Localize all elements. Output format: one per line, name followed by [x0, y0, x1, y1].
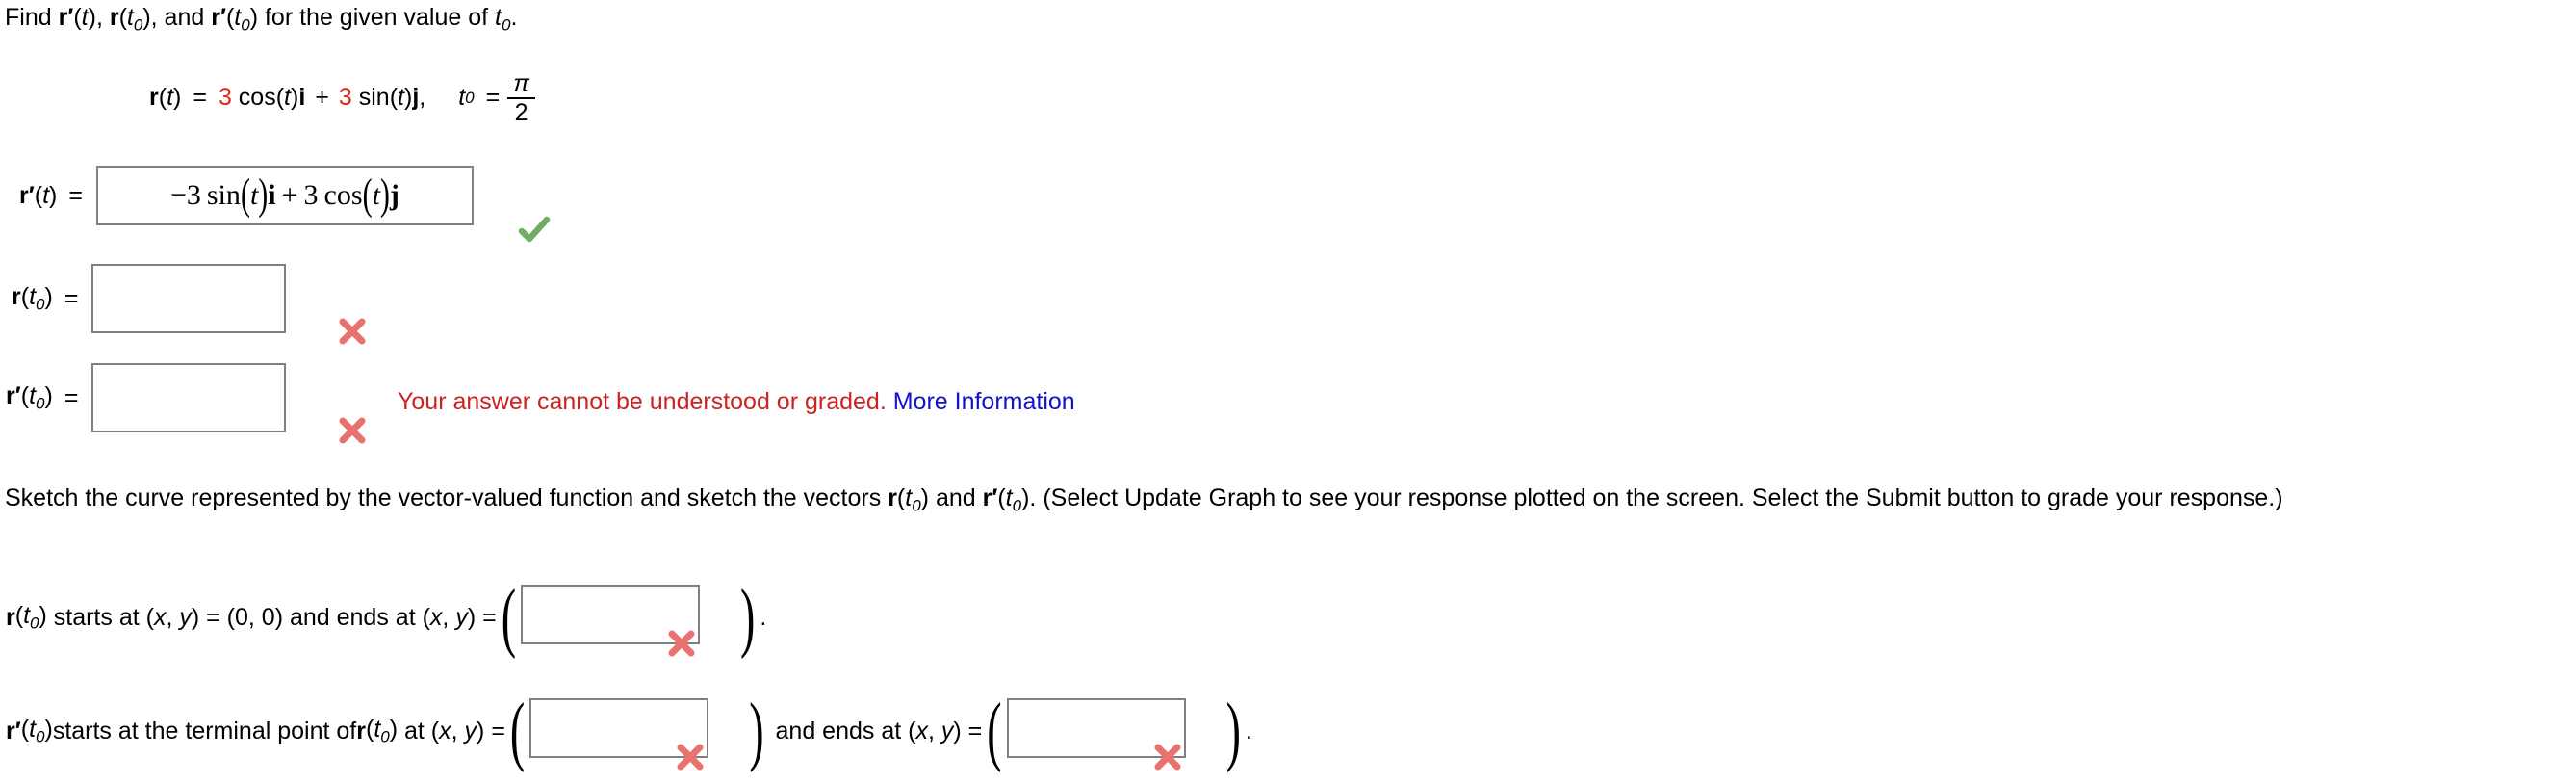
- prompt-sub2: 0: [133, 15, 143, 35]
- stmt2-paren-close-1: ): [749, 687, 764, 773]
- stmt1-fn: r: [6, 604, 15, 631]
- given-plus: +: [315, 84, 329, 112]
- prompt-tail: for the given value of: [258, 4, 496, 31]
- more-information-link[interactable]: More Information: [893, 388, 1075, 415]
- given-term-j: sin(t): [351, 84, 413, 112]
- prompt-lead: Find: [5, 4, 59, 31]
- prompt-r2: r: [109, 4, 119, 31]
- paragraph-vec2-arg: (t0): [997, 484, 1030, 515]
- stmt2-fn: r: [6, 718, 15, 745]
- paragraph-vec1-arg: (t0): [896, 484, 929, 515]
- answer-input-r-t0[interactable]: [91, 264, 287, 333]
- stmt2-arg2: (t0): [365, 716, 399, 746]
- prompt-arg3: (t0): [225, 4, 259, 35]
- stmt2-paren-open-2: (: [987, 687, 1002, 773]
- stmt2-text1: starts at the terminal point of: [52, 718, 357, 745]
- prompt-comma1: ,: [95, 4, 110, 31]
- cross-icon: [674, 741, 707, 773]
- prompt-sub3: 0: [241, 15, 250, 35]
- prompt-tail-var: t: [495, 4, 502, 31]
- given-function: r (t) = 3 cos(t) i + 3 sin(t) j, t0 = π 2: [149, 71, 535, 125]
- prompt-arg2: (t0): [118, 4, 151, 35]
- answer-row-r-t0: r(t0) =: [12, 264, 287, 333]
- given-t0-var: t: [458, 84, 466, 112]
- given-comma: ,: [419, 84, 426, 112]
- answer-label-rprime-t: r′(t): [19, 181, 58, 209]
- exercise-page: Find r′(t), r(t0), and r′(t0) for the gi…: [0, 0, 2576, 784]
- statement-r-t0: r (t0) starts at (x, y) = (0, 0) and ends…: [6, 573, 767, 660]
- stmt2-mid-text: and ends at (x, y) =: [768, 718, 983, 745]
- prompt-text: Find r′(t), r(t0), and r′(t0) for the gi…: [5, 3, 517, 36]
- paragraph-vec1: r: [888, 484, 897, 511]
- prompt-comma2: , and: [150, 4, 212, 31]
- stmt1-paren-close: ): [740, 573, 756, 660]
- stmt1-paren-open: (: [501, 573, 517, 660]
- cross-icon: [336, 414, 369, 447]
- given-unit-i: i: [298, 84, 306, 112]
- statement-rprime-t0: r ′ (t0) starts at the terminal point of r…: [6, 687, 1252, 773]
- stmt2-arg: (t0): [20, 716, 53, 746]
- given-r: r: [149, 84, 159, 112]
- given-unit-j: j: [412, 84, 420, 112]
- check-icon: [518, 214, 551, 247]
- stmt1-period: .: [760, 604, 767, 631]
- stmt2-period: .: [1245, 718, 1252, 745]
- given-term-i: cos(t): [231, 84, 299, 112]
- feedback-error-text: Your answer cannot be understood or grad…: [398, 388, 887, 415]
- prompt-period: .: [510, 4, 518, 31]
- answer-input-rprime-t0[interactable]: [91, 363, 287, 432]
- answer-label-rprime-t0: r′(t0): [6, 381, 53, 413]
- feedback-message: Your answer cannot be understood or grad…: [398, 388, 1075, 416]
- cross-icon: [665, 627, 698, 660]
- given-coef-j: 3: [338, 84, 352, 112]
- answer-row-rprime-t: r′(t) = −3 sin(t)i + 3 cos(t)j: [19, 166, 474, 225]
- cross-icon: [1151, 741, 1184, 773]
- answer-value-rprime-t: −3 sin(t)i + 3 cos(t)j: [170, 170, 399, 220]
- stmt2-text2: at (x, y) =: [398, 718, 505, 745]
- answer-input-rprime-t[interactable]: −3 sin(t)i + 3 cos(t)j: [95, 166, 474, 225]
- fraction-numerator: π: [513, 70, 529, 97]
- answer-equals-1: =: [68, 181, 83, 209]
- stmt1-text1: starts at (x, y) = (0, 0) and ends at (x…: [46, 604, 497, 631]
- answer-equals-2: =: [64, 284, 79, 312]
- prompt-r1: r: [58, 4, 68, 31]
- given-coef-i: 3: [218, 84, 232, 112]
- given-t0-equals: =: [485, 84, 501, 112]
- stmt2-fn2: r: [356, 718, 366, 745]
- paragraph-part3: . (Select Update Graph to see your respo…: [1029, 484, 2283, 511]
- fraction-denominator: 2: [514, 99, 528, 126]
- answer-equals-3: =: [64, 383, 79, 411]
- paragraph-part1: Sketch the curve represented by the vect…: [5, 484, 889, 511]
- answer-label-r-t0: r(t0): [12, 282, 53, 314]
- answer-row-rprime-t0: r′(t0) =: [6, 363, 287, 432]
- cross-icon: [336, 315, 369, 348]
- given-t0-sub: 0: [465, 88, 475, 107]
- paragraph-vec2: r: [982, 484, 992, 511]
- given-arg: (t): [158, 84, 182, 112]
- stmt1-arg: (t0): [14, 602, 47, 633]
- prompt-r3: r: [211, 4, 220, 31]
- prompt-arg1: (t): [73, 4, 96, 31]
- paragraph-part2: and: [929, 484, 983, 511]
- stmt2-paren-open-1: (: [509, 687, 526, 773]
- given-equals: =: [193, 84, 207, 112]
- stmt2-paren-close-2: ): [1225, 687, 1241, 773]
- instruction-paragraph: Sketch the curve represented by the vect…: [5, 482, 2573, 518]
- t0-fraction: π 2: [507, 72, 535, 125]
